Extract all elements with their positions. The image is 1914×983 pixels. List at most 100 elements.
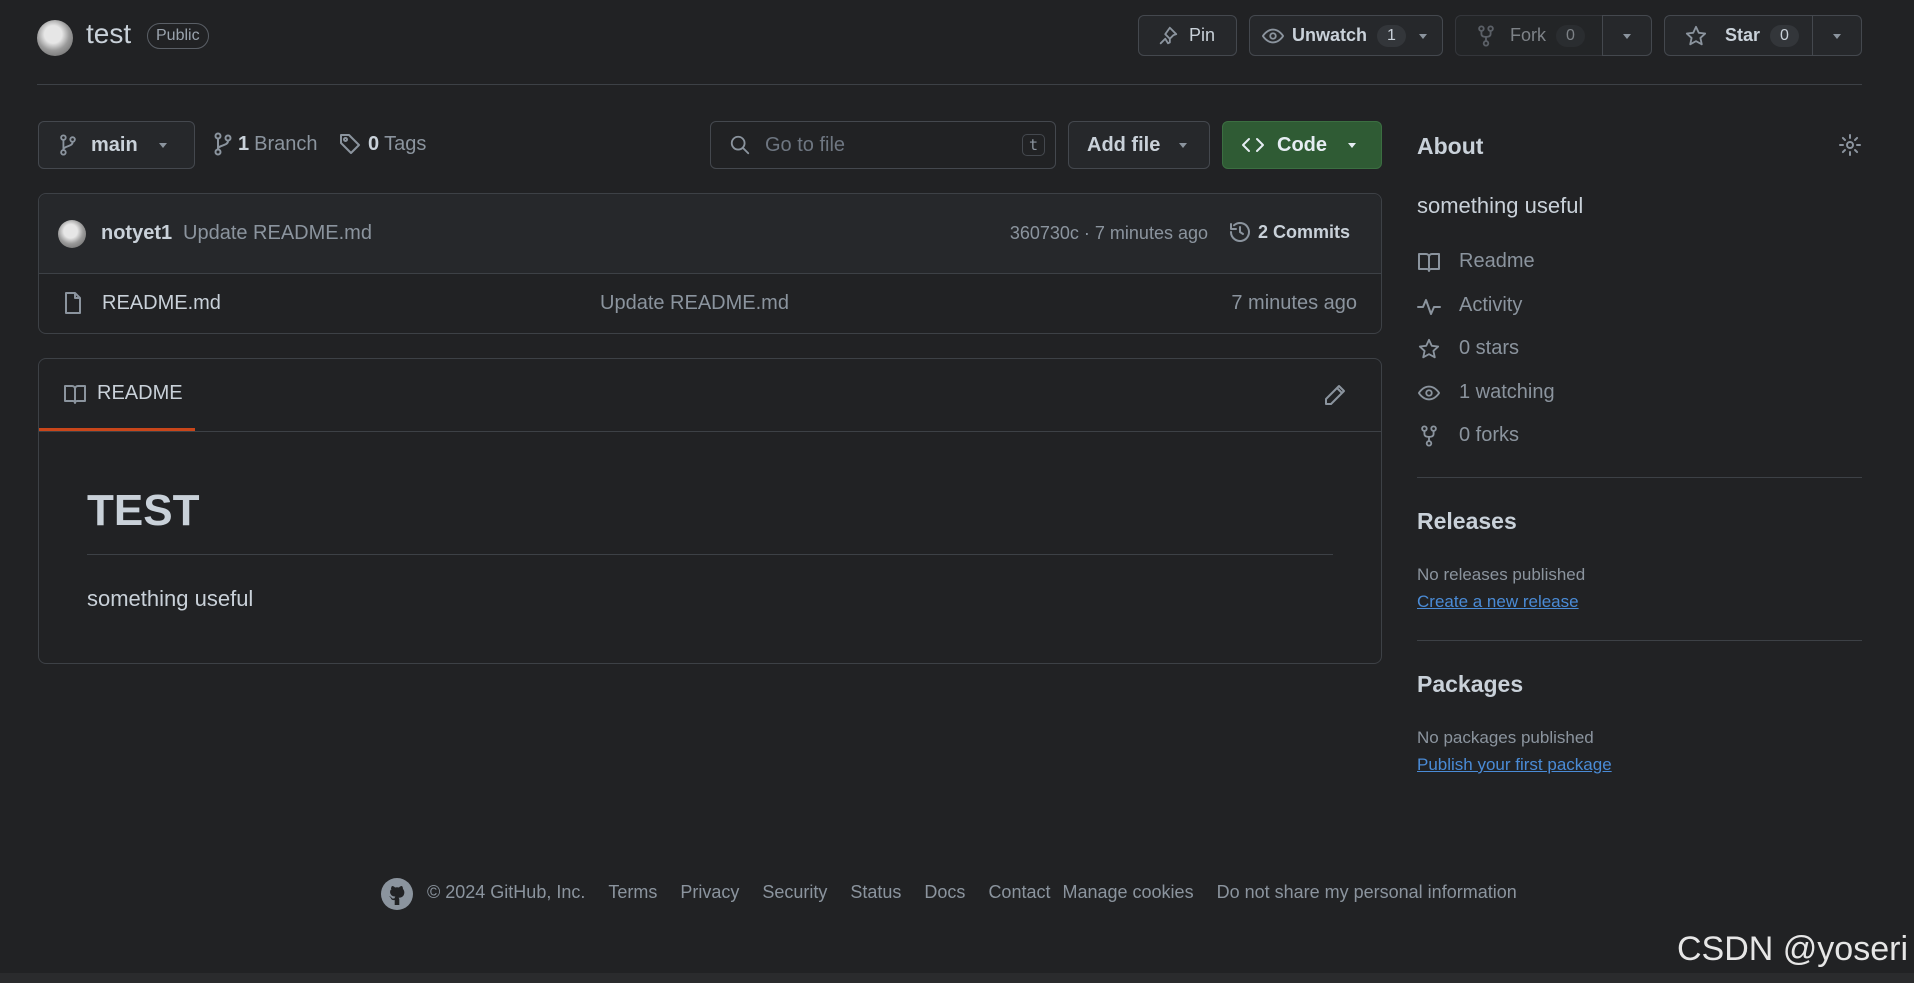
star-icon (1417, 338, 1441, 360)
watermark: CSDN @yoseri (1677, 930, 1908, 968)
branches-count: 1 (238, 132, 250, 155)
book-icon (1417, 251, 1441, 273)
footer-link-privacy[interactable]: Privacy (680, 882, 739, 903)
star-button[interactable]: Star 0 (1664, 15, 1813, 56)
eye-icon (1417, 382, 1441, 404)
about-item-label: 0 forks (1459, 424, 1520, 446)
star-label: Star (1725, 25, 1761, 45)
readme-tab-label: README (97, 382, 183, 404)
pulse-icon (1417, 295, 1441, 317)
file-browser: notyet1 Update README.md 360730c · 7 min… (38, 193, 1382, 334)
pin-button[interactable]: Pin (1138, 15, 1237, 56)
fork-icon (1417, 424, 1441, 447)
about-item-forks[interactable]: 0 forks (1417, 424, 1519, 447)
file-name[interactable]: README.md (102, 292, 221, 315)
about-description: something useful (1417, 193, 1584, 218)
footer-link-docs[interactable]: Docs (924, 882, 965, 903)
footer-link-status[interactable]: Status (850, 882, 901, 903)
unwatch-label: Unwatch (1292, 25, 1368, 45)
tags-count: 0 (368, 132, 380, 155)
star-count: 0 (1770, 24, 1799, 47)
releases-title[interactable]: Releases (1417, 508, 1517, 535)
eye-icon (1262, 25, 1284, 47)
about-item-stars[interactable]: 0 stars (1417, 337, 1519, 360)
about-item-watching[interactable]: 1 watching (1417, 381, 1555, 404)
footer: © 2024 GitHub, Inc. Terms Privacy Securi… (427, 882, 1517, 903)
search-icon (729, 134, 751, 156)
tags-label: Tags (384, 132, 427, 155)
create-release-link[interactable]: Create a new release (1417, 592, 1579, 612)
fork-icon (1476, 24, 1496, 47)
chevron-down-icon[interactable] (1416, 29, 1430, 43)
header-divider (37, 84, 1862, 85)
branch-icon (59, 134, 77, 156)
commit-author[interactable]: notyet1 (101, 222, 172, 245)
packages-title[interactable]: Packages (1417, 671, 1523, 698)
pin-icon (1157, 25, 1179, 47)
about-item-label: 1 watching (1459, 381, 1555, 403)
releases-empty: No releases published (1417, 565, 1586, 584)
fork-button[interactable]: Fork 0 (1455, 15, 1603, 56)
commits-link[interactable]: 2 Commits (1228, 220, 1350, 244)
history-icon (1228, 220, 1252, 244)
branch-icon (214, 132, 232, 156)
avatar[interactable] (58, 220, 86, 248)
gear-icon[interactable] (1838, 133, 1862, 157)
repo-avatar[interactable] (37, 20, 73, 56)
footer-link-contact[interactable]: Contact (988, 882, 1050, 903)
edit-icon[interactable] (1323, 383, 1347, 407)
branches-link[interactable]: 1 Branch (214, 132, 318, 156)
add-file-label: Add file (1087, 133, 1161, 156)
footer-link-security[interactable]: Security (762, 882, 827, 903)
code-label: Code (1277, 133, 1327, 156)
readme-header: README (39, 359, 1381, 432)
tags-link[interactable]: 0 Tags (338, 132, 426, 156)
visibility-badge: Public (147, 23, 209, 49)
bottom-edge (0, 973, 1914, 983)
star-icon (1685, 25, 1707, 47)
commit-message[interactable]: Update README.md (183, 222, 372, 245)
book-icon (63, 383, 87, 405)
sidebar-divider (1417, 477, 1862, 478)
shortcut-badge: t (1021, 134, 1045, 156)
latest-commit-bar: notyet1 Update README.md 360730c · 7 min… (39, 194, 1381, 274)
file-time: 7 minutes ago (1231, 292, 1357, 314)
about-item-readme[interactable]: Readme (1417, 250, 1535, 273)
sidebar-divider (1417, 640, 1862, 641)
packages-empty: No packages published (1417, 728, 1594, 747)
footer-link-manage-cookies[interactable]: Manage cookies (1062, 882, 1193, 903)
readme-panel: README TEST something useful (38, 358, 1382, 664)
readme-heading-divider (87, 554, 1333, 555)
about-item-activity[interactable]: Activity (1417, 294, 1522, 317)
footer-link-do-not-share[interactable]: Do not share my personal information (1217, 882, 1517, 903)
search-placeholder: Go to file (765, 133, 846, 156)
fork-label: Fork (1510, 25, 1546, 45)
publish-package-link[interactable]: Publish your first package (1417, 755, 1612, 775)
file-icon (63, 291, 83, 315)
chevron-down-icon (1830, 29, 1844, 43)
footer-copyright: © 2024 GitHub, Inc. (427, 882, 586, 902)
about-item-label: Readme (1459, 250, 1535, 272)
repo-name[interactable]: test (86, 18, 131, 50)
code-button[interactable]: Code (1222, 121, 1382, 169)
pin-label: Pin (1189, 25, 1216, 45)
star-dropdown-button[interactable] (1812, 15, 1862, 56)
chevron-down-icon (1176, 138, 1190, 152)
unwatch-button[interactable]: Unwatch 1 (1249, 15, 1443, 56)
add-file-button[interactable]: Add file (1068, 121, 1210, 169)
table-row[interactable]: README.md Update README.md 7 minutes ago (39, 273, 1381, 334)
code-icon (1241, 134, 1265, 156)
branch-name: main (91, 133, 138, 156)
tab-readme[interactable]: README (39, 359, 195, 431)
branch-selector[interactable]: main (38, 121, 195, 169)
fork-count: 0 (1556, 24, 1585, 47)
chevron-down-icon (1345, 138, 1359, 152)
commit-meta[interactable]: 360730c · 7 minutes ago (1010, 223, 1208, 244)
commits-count: 2 Commits (1257, 221, 1350, 242)
fork-dropdown-button[interactable] (1602, 15, 1652, 56)
github-logo-icon[interactable] (380, 877, 414, 911)
file-commit-message[interactable]: Update README.md (600, 292, 789, 315)
watch-count: 1 (1377, 24, 1406, 47)
footer-link-terms[interactable]: Terms (608, 882, 657, 903)
go-to-file-search[interactable]: Go to file t (710, 121, 1056, 169)
